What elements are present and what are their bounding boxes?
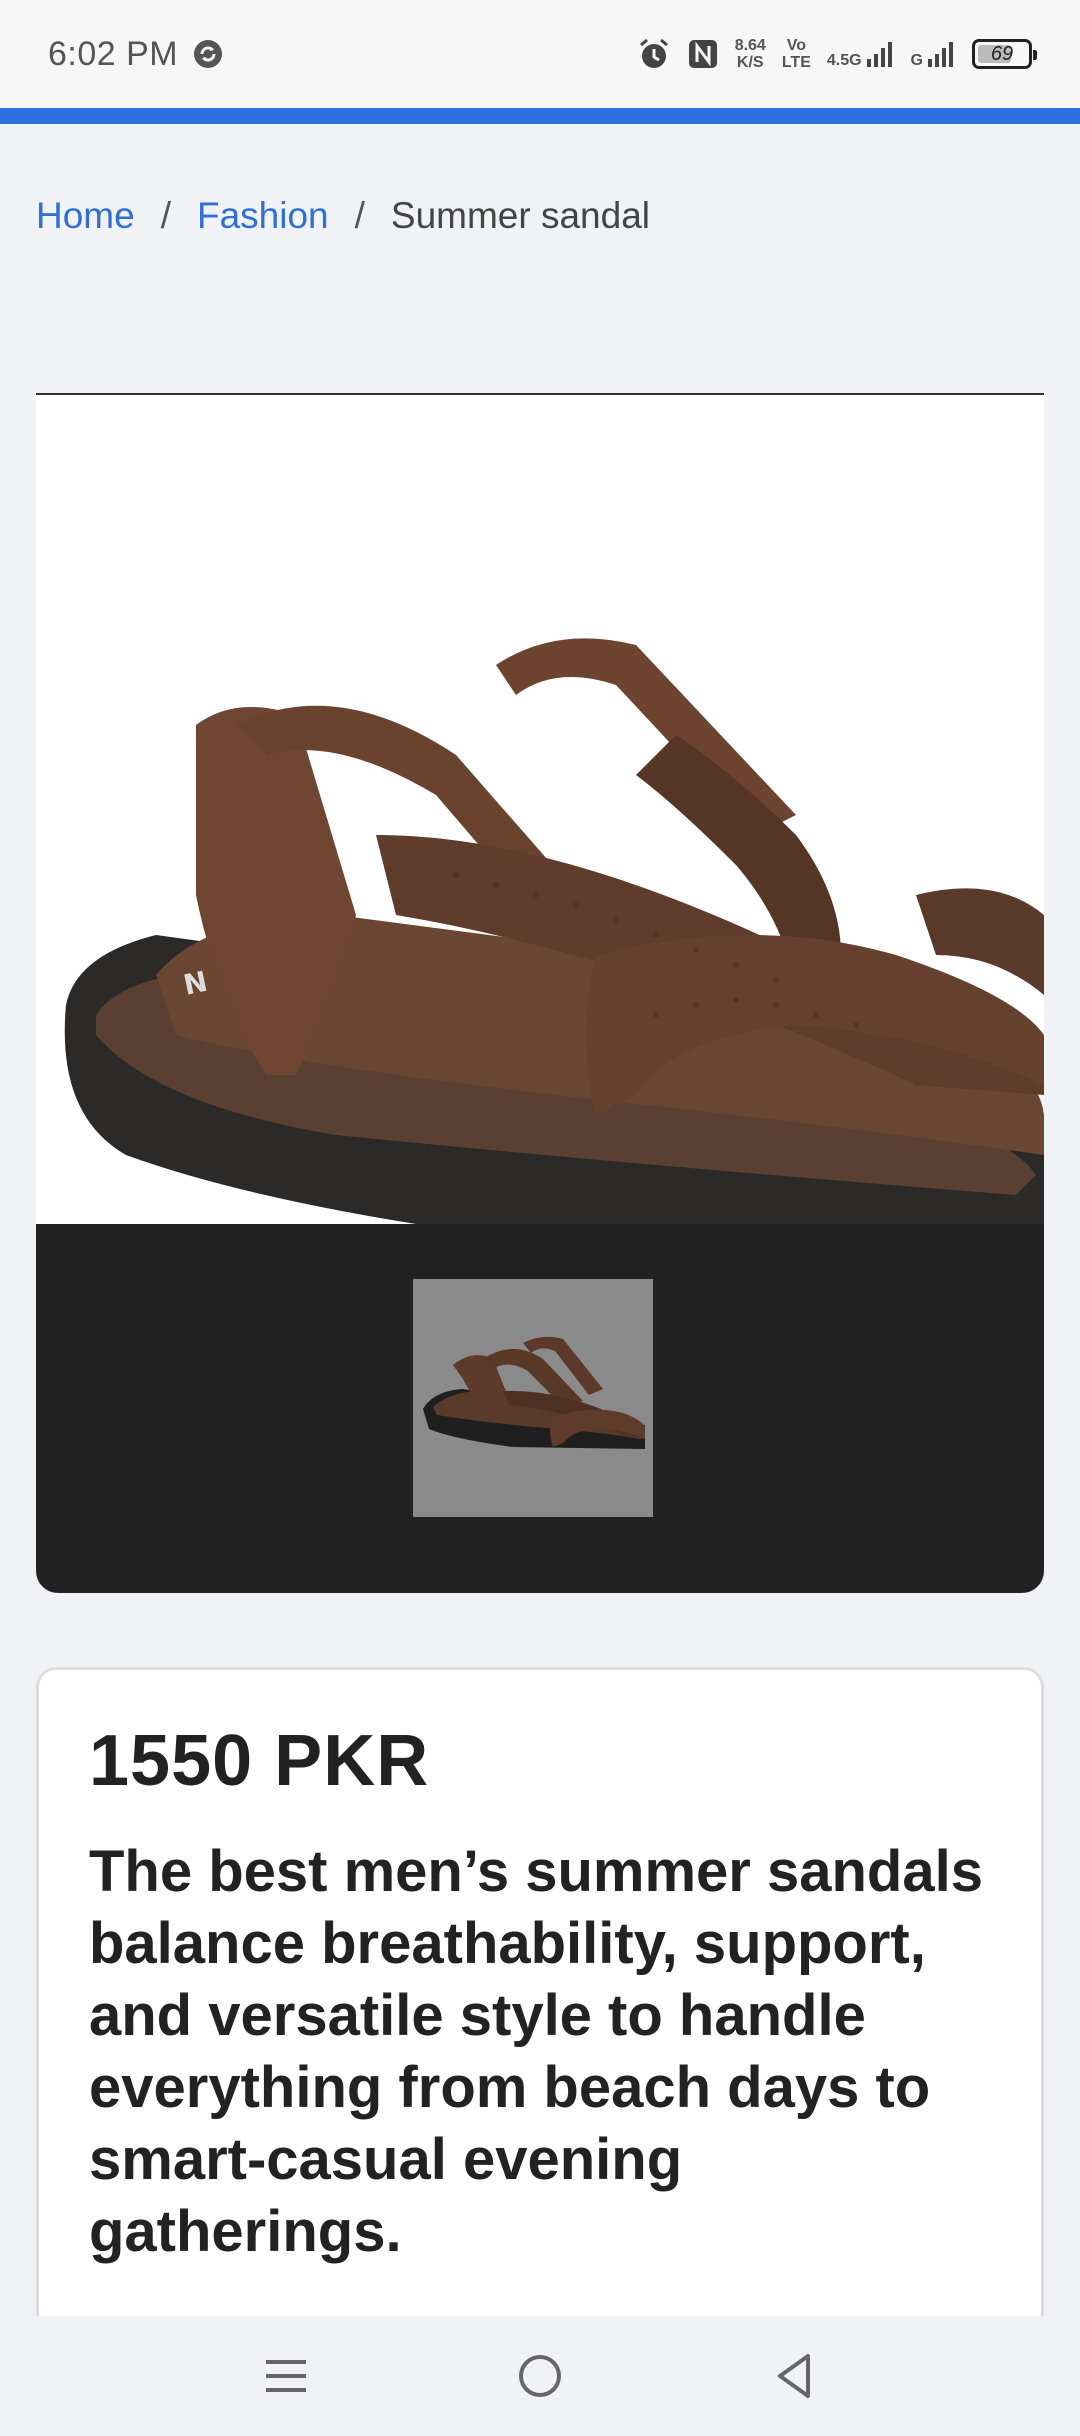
product-gallery: N: [36, 393, 1044, 1593]
system-navigation-bar: [0, 2316, 1080, 2436]
status-bar: 6:02 PM 8.64 K/S Vo LTE 4.5G G 69: [0, 0, 1080, 108]
product-info-card: 1550 PKR The best men’s summer sandals b…: [36, 1667, 1044, 2387]
product-thumbnail[interactable]: [413, 1279, 653, 1517]
status-indicators: 8.64 K/S Vo LTE 4.5G G 69: [637, 37, 1037, 71]
breadcrumb-separator: /: [160, 195, 171, 236]
battery-indicator: 69: [972, 39, 1037, 69]
back-icon[interactable]: [772, 2352, 816, 2400]
alarm-icon: [639, 38, 668, 68]
home-icon[interactable]: [516, 2352, 564, 2400]
product-main-image[interactable]: N: [36, 395, 1044, 1224]
sandal-thumbnail-illustration: [413, 1279, 653, 1517]
sandal-illustration: N: [36, 395, 1044, 1224]
menu-icon[interactable]: [264, 2354, 308, 2398]
sync-icon: [194, 40, 223, 68]
breadcrumb-home-link[interactable]: Home: [36, 195, 135, 237]
breadcrumb-separator: /: [354, 195, 365, 236]
volte-indicator: Vo LTE: [781, 37, 811, 71]
product-description: The best men’s summer sandals balance br…: [89, 1839, 983, 2264]
page-load-progress-bar: [0, 108, 1080, 124]
signal-group-1: 4.5G: [827, 39, 895, 69]
nfc-icon: [688, 40, 717, 68]
breadcrumb-current: Summer sandal: [390, 195, 651, 236]
breadcrumb: Home / Fashion / Summer sandal: [36, 195, 650, 237]
signal-icon: [928, 42, 953, 67]
signal-group-2: G: [911, 39, 956, 69]
breadcrumb-fashion-link[interactable]: Fashion: [197, 195, 329, 237]
status-time: 6:02 PM: [48, 34, 179, 73]
signal-icon: [866, 42, 892, 67]
product-price: 1550 PKR: [89, 1721, 430, 1801]
net-speed: 8.64 K/S: [734, 37, 766, 71]
